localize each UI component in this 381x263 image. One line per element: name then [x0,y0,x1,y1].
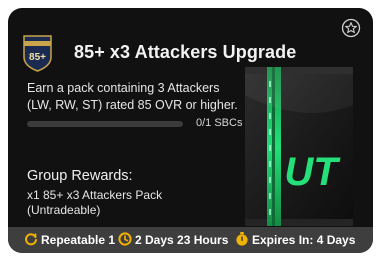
star-circle-icon[interactable] [341,18,361,38]
repeatable-info: Repeatable 1 [25,232,116,247]
pack-image: UT [243,65,355,228]
progress-bar [27,121,183,127]
repeat-icon [25,232,37,246]
reward-item: x1 85+ x3 Attackers Pack (Untradeable) [27,188,163,217]
timer-icon [118,232,132,246]
time-remaining-info: 2 Days 23 Hours [118,232,229,247]
shield-badge-icon: 85+ [20,33,55,73]
sbc-card[interactable]: 85+ 85+ x3 Attackers Upgrade Earn a pack… [8,8,373,253]
expires-text: Expires In: 4 Days [252,233,356,247]
footer-bar: Repeatable 1 2 Days 23 Hours Expires In:… [8,227,373,253]
repeatable-text: Repeatable 1 [41,233,116,247]
progress-label: 0/1 SBCs [196,117,243,129]
badge-label: 85+ [29,52,46,63]
objective-description: Earn a pack containing 3 Attackers (LW, … [27,81,238,112]
stopwatch-icon [236,232,248,246]
objective-title: 85+ x3 Attackers Upgrade [74,42,297,62]
rewards-heading: Group Rewards: [27,168,133,184]
time-remaining-text: 2 Days 23 Hours [135,233,229,247]
expires-info: Expires In: 4 Days [236,232,356,247]
pack-logo-text: UT [284,150,341,194]
